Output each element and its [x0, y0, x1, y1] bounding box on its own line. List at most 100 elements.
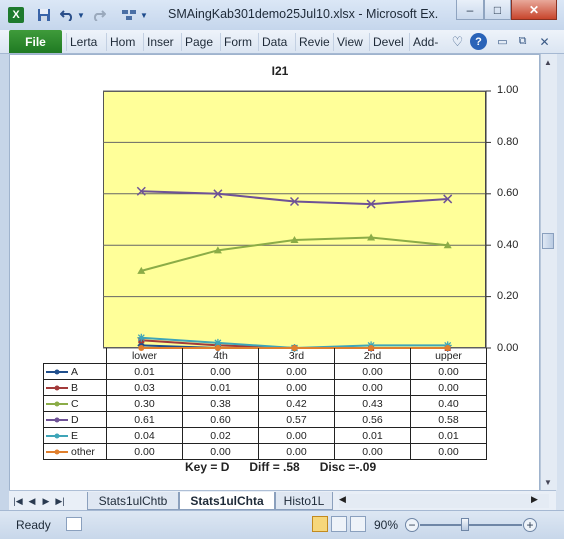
data-label: 0.01 [106, 363, 183, 380]
data-label: 0.57 [258, 411, 335, 428]
status-bar: Ready 90% − + [0, 510, 564, 539]
data-label: 0.00 [410, 443, 487, 460]
legend-entry: C [43, 395, 107, 412]
zoom-out-button[interactable]: − [405, 518, 419, 532]
prev-sheet-icon[interactable]: ◀ [26, 494, 38, 508]
tab-formulas[interactable]: Form [220, 33, 260, 51]
chart-sheet[interactable]: I21 1.00 0.80 0.60 0.40 0.20 0.00 lower … [9, 54, 540, 492]
legend-entry: A [43, 363, 107, 380]
legend-entry: D [43, 411, 107, 428]
data-label: 0.01 [182, 379, 259, 396]
tab-lerta[interactable]: Lerta [66, 33, 108, 51]
legend-label: other [71, 445, 95, 458]
diff-value: Diff = .58 [249, 460, 300, 474]
undo-dropdown-icon[interactable]: ▼ [77, 7, 85, 23]
category-label: lower [106, 348, 183, 364]
legend-label: D [71, 413, 79, 426]
save-icon[interactable] [36, 7, 52, 23]
zoom-level[interactable]: 90% [374, 518, 398, 532]
scroll-left-icon[interactable]: ◀ [339, 494, 346, 505]
first-sheet-icon[interactable]: |◀ [12, 494, 24, 508]
data-label: 0.40 [410, 395, 487, 412]
legend-label: B [71, 381, 79, 394]
data-label: 0.00 [334, 443, 411, 460]
item-statistics: Key = D Diff = .58 Disc =-.09 [185, 460, 445, 474]
normal-view-icon[interactable] [312, 516, 328, 532]
customize-toolbar-icon[interactable] [120, 7, 138, 23]
data-label: 0.60 [182, 411, 259, 428]
heart-icon[interactable]: ♡ [449, 33, 466, 50]
zoom-in-button[interactable]: + [523, 518, 537, 532]
data-label: 0.43 [334, 395, 411, 412]
line-chart [103, 90, 491, 352]
legend-key-icon [46, 383, 68, 393]
tab-review[interactable]: Revie [295, 33, 335, 51]
data-label: 0.56 [334, 411, 411, 428]
legend-key-icon [46, 447, 68, 457]
table-row: E 0.04 0.02 0.00 0.01 0.01 [43, 427, 487, 444]
legend-label: A [71, 365, 79, 378]
legend-key-icon [46, 367, 68, 377]
page-layout-view-icon[interactable] [331, 516, 347, 532]
data-label: 0.38 [182, 395, 259, 412]
page-break-view-icon[interactable] [350, 516, 366, 532]
next-sheet-icon[interactable]: ▶ [40, 494, 52, 508]
excel-app-icon[interactable]: X [8, 7, 24, 23]
y-tick-label: 0.20 [497, 290, 519, 302]
table-row: A 0.01 0.00 0.00 0.00 0.00 [43, 363, 487, 380]
tab-data[interactable]: Data [258, 33, 298, 51]
scroll-right-icon[interactable]: ▶ [531, 494, 538, 505]
title-bar: X ▼ ▼ SMAingKab301demo25Jul10.xlsx - Mic… [0, 0, 564, 31]
data-label: 0.00 [334, 363, 411, 380]
maximize-button[interactable]: □ [484, 0, 511, 20]
data-label: 0.00 [334, 379, 411, 396]
legend-key-icon [46, 431, 68, 441]
y-tick-label: 0.80 [497, 136, 519, 148]
tab-home[interactable]: Hom [106, 33, 143, 51]
tab-add-ins[interactable]: Add- [409, 33, 447, 51]
redo-icon[interactable] [90, 7, 108, 23]
legend-entry: B [43, 379, 107, 396]
table-row: other 0.00 0.00 0.00 0.00 0.00 [43, 443, 487, 460]
vertical-scroll-thumb[interactable] [542, 233, 554, 249]
data-label: 0.01 [410, 427, 487, 444]
category-label: 2nd [334, 348, 411, 364]
scroll-down-icon[interactable]: ▼ [542, 476, 554, 488]
minimize-button[interactable]: – [456, 0, 484, 20]
scroll-up-icon[interactable]: ▲ [542, 56, 554, 68]
tab-view[interactable]: View [333, 33, 371, 51]
undo-icon[interactable] [58, 7, 76, 23]
key-value: Key = D [185, 460, 230, 474]
help-icon[interactable]: ? [470, 33, 487, 50]
tab-developer[interactable]: Devel [369, 33, 411, 51]
category-label: 4th [182, 348, 259, 364]
last-sheet-icon[interactable]: ▶| [54, 494, 66, 508]
sheet-tab-histo1l[interactable]: Histo1L [275, 492, 333, 510]
legend-entry: E [43, 427, 107, 444]
y-tick-label: 0.60 [497, 187, 519, 199]
table-header-row: lower 4th 3rd 2nd upper [44, 348, 487, 364]
zoom-slider-thumb[interactable] [461, 518, 470, 531]
data-label: 0.02 [182, 427, 259, 444]
data-label: 0.00 [182, 363, 259, 380]
close-button[interactable]: ✕ [511, 0, 557, 20]
close-workbook-icon[interactable]: ✕ [536, 33, 553, 50]
file-tab[interactable]: File [9, 30, 62, 53]
data-label: 0.00 [258, 443, 335, 460]
legend-label: E [71, 429, 79, 442]
sheet-tab-stats1ulchtb[interactable]: Stats1ulChtb [87, 492, 179, 510]
restore-icon[interactable]: ⧉ [514, 33, 531, 50]
sheet-tab-bar: |◀ ◀ ▶ ▶| Stats1ulChtb Stats1ulChta Hist… [9, 490, 556, 511]
data-label: 0.03 [106, 379, 183, 396]
toolbar-dropdown-icon[interactable]: ▼ [140, 7, 148, 23]
y-tick-label: 0.00 [497, 342, 519, 354]
tab-page-layout[interactable]: Page [181, 33, 222, 51]
zoom-slider-track[interactable] [420, 524, 522, 526]
tab-insert[interactable]: Inser [143, 33, 181, 51]
vertical-scrollbar[interactable] [540, 54, 557, 490]
macro-record-icon[interactable] [66, 517, 82, 531]
horizontal-scrollbar[interactable]: ◀ ▶ [339, 494, 549, 508]
minimize-ribbon-icon[interactable]: ▭ [494, 33, 511, 50]
window-frame [0, 54, 9, 510]
sheet-tab-stats1ulchta[interactable]: Stats1ulChta [179, 492, 275, 510]
